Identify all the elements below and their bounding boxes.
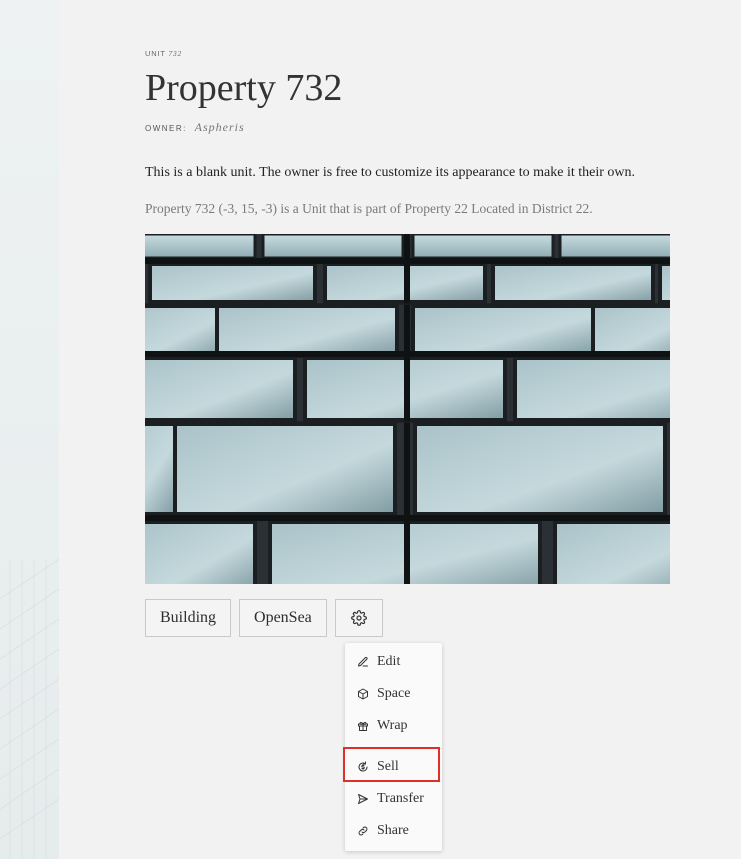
opensea-button[interactable]: OpenSea xyxy=(239,599,327,637)
menu-divider xyxy=(345,748,442,749)
menu-item-sell[interactable]: Sell xyxy=(345,752,442,782)
unit-location-description: Property 732 (-3, 15, -3) is a Unit that… xyxy=(145,201,593,216)
menu-item-space[interactable]: Space xyxy=(345,679,442,709)
owner-label: OWNER: xyxy=(145,124,187,133)
gear-icon xyxy=(350,610,367,626)
settings-button[interactable] xyxy=(334,599,383,637)
menu-item-share[interactable]: Share xyxy=(345,816,442,846)
building-photo xyxy=(145,234,670,584)
cube-icon xyxy=(357,688,369,700)
side-background-strip xyxy=(0,0,59,859)
page-title: Property 732 xyxy=(145,67,343,109)
action-buttons: Building OpenSea xyxy=(145,599,383,637)
menu-item-label: Transfer xyxy=(377,791,424,806)
unit-number: 732 xyxy=(168,49,183,58)
pencil-icon xyxy=(357,656,369,668)
menu-item-label: Sell xyxy=(377,759,399,774)
building-lines-decoration xyxy=(0,559,59,859)
send-icon xyxy=(357,793,369,805)
menu-item-label: Wrap xyxy=(377,718,408,733)
unit-description: This is a blank unit. The owner is free … xyxy=(145,165,635,180)
unit-prefix: UNIT xyxy=(145,49,166,58)
menu-item-transfer[interactable]: Transfer xyxy=(345,784,442,814)
building-button[interactable]: Building xyxy=(145,599,232,637)
unit-label: UNIT 732 xyxy=(145,49,182,58)
settings-dropdown-menu: Edit Space Wrap Sell Transfer Share xyxy=(343,643,442,851)
owner-line: OWNER: Aspheris xyxy=(145,120,245,135)
currency-icon xyxy=(357,761,369,773)
menu-item-label: Share xyxy=(377,823,409,838)
link-icon xyxy=(357,825,369,837)
gift-icon xyxy=(357,720,369,732)
menu-item-label: Space xyxy=(377,686,411,701)
owner-name[interactable]: Aspheris xyxy=(195,120,245,134)
menu-item-wrap[interactable]: Wrap xyxy=(345,711,442,741)
menu-item-edit[interactable]: Edit xyxy=(345,647,442,677)
menu-item-label: Edit xyxy=(377,654,401,669)
